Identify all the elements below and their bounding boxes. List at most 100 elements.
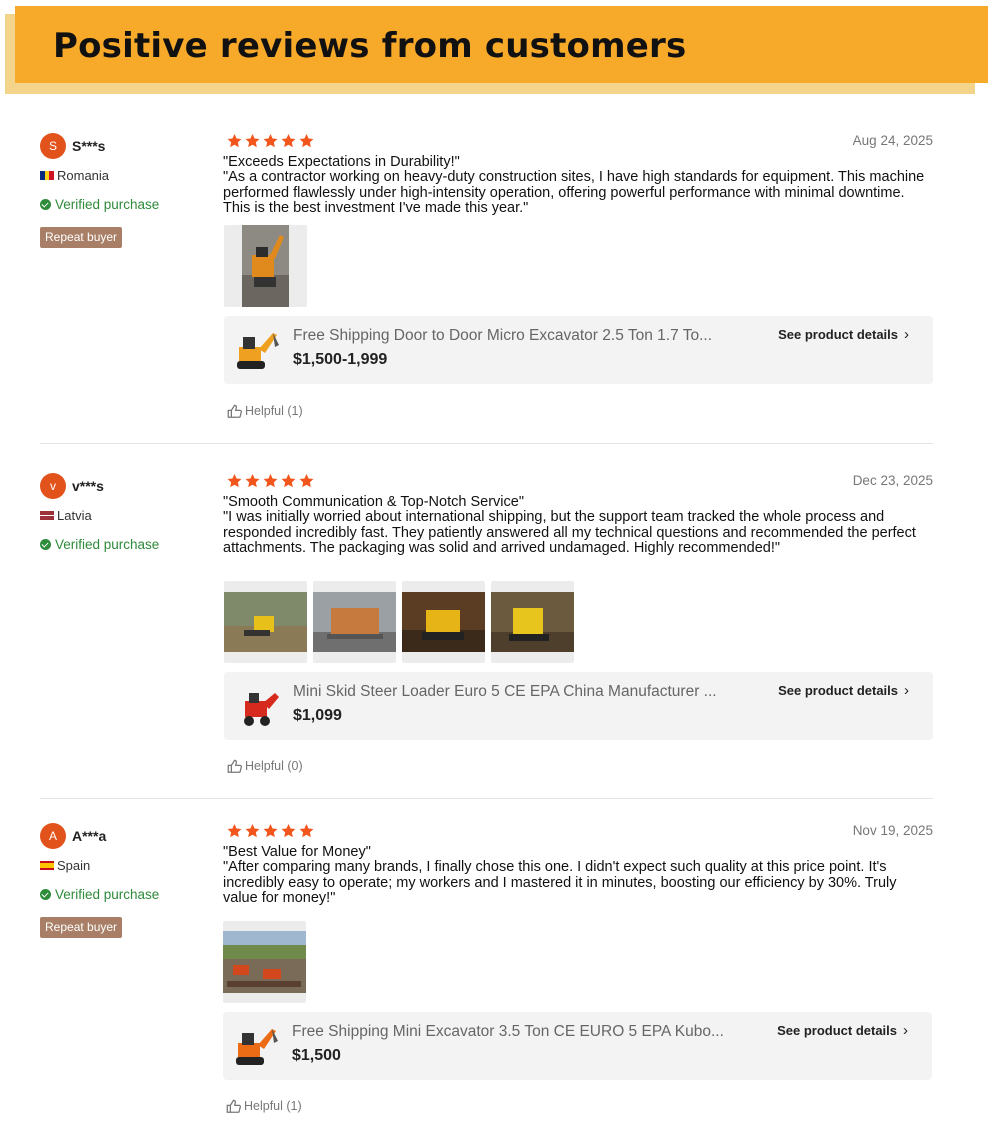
star-rating xyxy=(226,823,316,841)
product-name: Free Shipping Door to Door Micro Excavat… xyxy=(293,327,712,344)
review-photo[interactable] xyxy=(313,581,396,663)
verified-purchase: Verified purchase xyxy=(40,197,159,212)
star-icon xyxy=(299,134,314,148)
verified-purchase: Verified purchase xyxy=(40,887,159,902)
product-card[interactable]: Mini Skid Steer Loader Euro 5 CE EPA Chi… xyxy=(224,672,933,740)
product-thumbnail xyxy=(233,681,283,731)
product-price: $1,500-1,999 xyxy=(293,351,388,368)
review-text: "After comparing many brands, I finally … xyxy=(223,859,897,906)
reviewer-name: v***s xyxy=(72,478,104,494)
verified-check-icon xyxy=(40,889,51,900)
review-title: "Exceeds Expectations in Durability!" xyxy=(223,154,460,170)
reviewer-name: A***a xyxy=(72,828,107,844)
review-divider xyxy=(40,798,933,799)
star-icon xyxy=(245,134,260,148)
star-icon xyxy=(227,474,242,488)
helpful-label: Helpful (1) xyxy=(245,404,303,418)
review-photos xyxy=(224,581,580,663)
verified-purchase: Verified purchase xyxy=(40,537,159,552)
verified-check-icon xyxy=(40,199,51,210)
helpful-label: Helpful (0) xyxy=(245,759,303,773)
loader-photo-icon xyxy=(491,592,574,652)
review-photos xyxy=(224,225,313,307)
see-product-details-label: See product details xyxy=(778,327,898,342)
skid-steer-loader-icon xyxy=(233,681,283,731)
verified-check-icon xyxy=(40,539,51,550)
avatar: v xyxy=(40,473,66,499)
star-icon xyxy=(281,134,296,148)
verified-label: Verified purchase xyxy=(55,197,160,212)
excavator-icon xyxy=(232,1021,282,1071)
shipping-crate-photo-icon xyxy=(313,592,396,652)
see-product-details-link[interactable]: See product details › xyxy=(778,682,909,699)
star-icon xyxy=(281,824,296,838)
reviewer-country: Latvia xyxy=(40,508,92,523)
star-icon xyxy=(299,474,314,488)
product-card[interactable]: Free Shipping Door to Door Micro Excavat… xyxy=(224,316,933,384)
review-title: "Best Value for Money" xyxy=(223,844,371,860)
star-icon xyxy=(227,134,242,148)
thumbs-up-icon xyxy=(227,404,242,418)
star-icon xyxy=(263,134,278,148)
product-name: Free Shipping Mini Excavator 3.5 Ton CE … xyxy=(292,1023,724,1040)
loader-photo-icon xyxy=(402,592,485,652)
review-title: "Smooth Communication & Top-Notch Servic… xyxy=(223,494,524,510)
avatar: S xyxy=(40,133,66,159)
helpful-button[interactable]: Helpful (1) xyxy=(227,404,303,418)
star-icon xyxy=(299,824,314,838)
romania-flag-icon xyxy=(40,171,55,180)
country-label: Latvia xyxy=(57,508,92,523)
product-price: $1,099 xyxy=(293,707,342,724)
review-date: Aug 24, 2025 xyxy=(852,133,933,148)
chevron-right-icon: › xyxy=(904,326,909,343)
chevron-right-icon: › xyxy=(903,1022,908,1039)
review-photo[interactable] xyxy=(224,581,307,663)
reviewer-country: Spain xyxy=(40,858,90,873)
thumbs-up-icon xyxy=(226,1099,241,1113)
country-label: Spain xyxy=(57,858,91,873)
star-icon xyxy=(263,474,278,488)
review-photo[interactable] xyxy=(402,581,485,663)
review-divider xyxy=(40,443,933,444)
review-text: "I was initially worried about internati… xyxy=(223,509,916,556)
see-product-details-label: See product details xyxy=(778,683,898,698)
see-product-details-label: See product details xyxy=(777,1023,897,1038)
star-icon xyxy=(245,474,260,488)
thumbs-up-icon xyxy=(227,759,242,773)
review-photo[interactable] xyxy=(491,581,574,663)
loader-photo-icon xyxy=(224,592,307,652)
star-icon xyxy=(245,824,260,838)
helpful-button[interactable]: Helpful (1) xyxy=(226,1099,302,1113)
helpful-label: Helpful (1) xyxy=(244,1099,302,1113)
helpful-button[interactable]: Helpful (0) xyxy=(227,759,303,773)
star-rating xyxy=(226,473,316,491)
review-photos xyxy=(223,921,312,1003)
reviewer-country: Romania xyxy=(40,168,109,183)
review-date: Dec 23, 2025 xyxy=(852,473,933,488)
star-icon xyxy=(227,824,242,838)
excavator-photo-icon xyxy=(242,225,289,307)
star-rating xyxy=(226,133,316,151)
review-date: Nov 19, 2025 xyxy=(852,823,933,838)
banner-title: Positive reviews from customers xyxy=(53,26,687,66)
country-label: Romania xyxy=(57,168,110,183)
excavator-icon xyxy=(233,325,283,375)
review-photo[interactable] xyxy=(224,225,307,307)
product-thumbnail xyxy=(233,325,283,375)
banner: Positive reviews from customers xyxy=(15,6,988,83)
see-product-details-link[interactable]: See product details › xyxy=(778,326,909,343)
verified-label: Verified purchase xyxy=(55,887,160,902)
review-text: "As a contractor working on heavy-duty c… xyxy=(223,169,925,216)
review-photo[interactable] xyxy=(223,921,306,1003)
repeat-buyer-badge: Repeat buyer xyxy=(40,227,123,248)
see-product-details-link[interactable]: See product details › xyxy=(777,1022,908,1039)
latvia-flag-icon xyxy=(40,511,54,520)
product-card[interactable]: Free Shipping Mini Excavator 3.5 Ton CE … xyxy=(223,1012,932,1080)
repeat-buyer-badge: Repeat buyer xyxy=(40,917,123,938)
star-icon xyxy=(281,474,296,488)
avatar: A xyxy=(40,823,66,849)
excavator-photo-icon xyxy=(223,931,306,993)
product-name: Mini Skid Steer Loader Euro 5 CE EPA Chi… xyxy=(293,683,717,700)
verified-label: Verified purchase xyxy=(55,537,160,552)
product-price: $1,500 xyxy=(292,1047,341,1064)
